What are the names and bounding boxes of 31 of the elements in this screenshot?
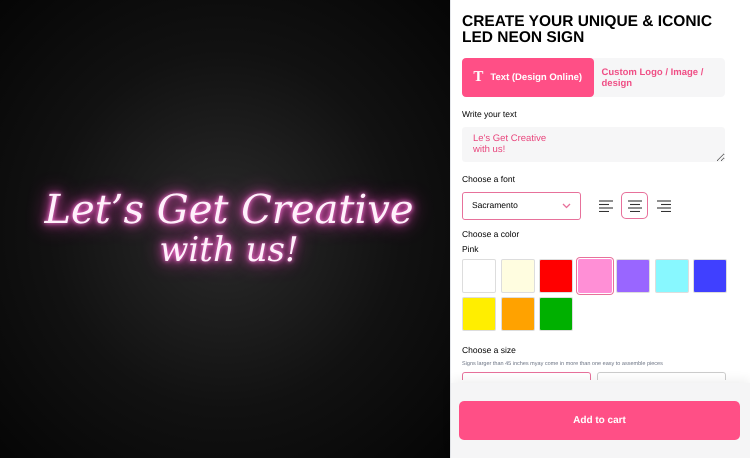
selected-color-name: Pink (462, 243, 480, 256)
font-select[interactable]: Sacramento (462, 192, 581, 220)
color-swatch[interactable] (539, 259, 573, 293)
add-to-cart-button[interactable]: Add to cart (459, 401, 740, 440)
field-label: Choose a font (462, 172, 516, 186)
neon-text: Let’s Get Creative (44, 188, 414, 232)
field-label: Choose a color (462, 228, 520, 240)
color-swatch[interactable] (616, 259, 650, 293)
field-label: Write your text (462, 108, 518, 121)
align-right-icon (656, 200, 670, 212)
color-swatch[interactable] (693, 259, 727, 293)
tab[interactable]: T Text (Design Online) (462, 58, 594, 97)
align-center-icon (628, 200, 642, 212)
tab[interactable]: Custom Logo / Image / design (594, 58, 725, 97)
align-center-button[interactable] (621, 192, 648, 219)
text-input[interactable]: Le's Get Creative with us! (462, 126, 725, 162)
size-option[interactable] (462, 372, 591, 380)
page-title: CREATE YOUR UNIQUE & ICONIC LED NEON SIGN (462, 14, 714, 46)
align-left-icon (598, 200, 612, 212)
color-swatch[interactable] (500, 259, 534, 293)
size-option[interactable] (597, 372, 726, 380)
color-swatch[interactable] (539, 297, 573, 331)
chevron-down-icon (562, 202, 571, 208)
color-swatch[interactable] (578, 259, 612, 293)
color-swatch[interactable] (500, 297, 534, 331)
color-swatch[interactable] (462, 297, 496, 331)
neon-text: with us! (159, 232, 299, 270)
field-label: Choose a size (462, 344, 517, 357)
text-icon: T (473, 72, 484, 83)
color-swatch[interactable] (654, 259, 688, 293)
color-swatch[interactable] (462, 259, 496, 293)
